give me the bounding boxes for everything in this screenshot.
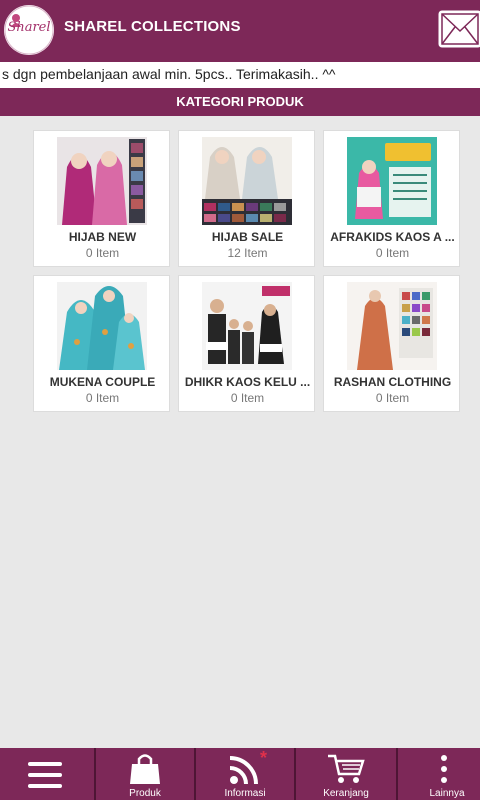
category-count: 0 Item <box>85 391 120 405</box>
category-name: AFRAKIDS KAOS A ... <box>330 230 455 244</box>
nav-produk[interactable]: Produk <box>96 748 196 800</box>
category-thumbnail <box>202 282 292 370</box>
notification-badge: * <box>260 748 268 768</box>
category-count: 12 Item <box>227 246 268 260</box>
rss-icon <box>229 756 258 785</box>
category-card[interactable]: HIJAB SALE 12 Item <box>178 130 315 267</box>
category-card[interactable]: AFRAKIDS KAOS A ... 0 Item <box>323 130 460 267</box>
category-thumbnail <box>57 282 147 370</box>
mail-icon <box>438 10 480 48</box>
nav-lainnya[interactable]: Lainnya <box>398 748 480 800</box>
category-thumbnail <box>347 282 437 370</box>
nav-keranjang-label: Keranjang <box>323 788 369 799</box>
category-count: 0 Item <box>230 391 265 405</box>
more-vertical-icon <box>441 755 447 783</box>
nav-keranjang[interactable]: Keranjang <box>296 748 398 800</box>
nav-menu[interactable] <box>0 748 96 800</box>
announcement-ticker: s dgn pembelanjaan awal min. 5pcs.. Teri… <box>0 62 480 88</box>
nav-lainnya-label: Lainnya <box>429 788 465 799</box>
category-card[interactable]: DHIKR KAOS KELU ... 0 Item <box>178 275 315 412</box>
nav-informasi-label: Informasi <box>224 788 266 799</box>
cart-icon <box>328 754 365 783</box>
mail-button[interactable] <box>438 8 480 54</box>
category-thumbnail <box>57 137 147 225</box>
logo-text: Sharel <box>7 20 51 35</box>
nav-informasi[interactable]: * Informasi <box>196 748 296 800</box>
shopping-bag-icon <box>130 754 160 784</box>
section-title: KATEGORI PRODUK <box>0 88 480 116</box>
category-card[interactable]: RASHAN CLOTHING 0 Item <box>323 275 460 412</box>
category-name: RASHAN CLOTHING <box>333 375 452 389</box>
nav-produk-label: Produk <box>129 788 161 799</box>
category-name: DHIKR KAOS KELU ... <box>184 375 311 389</box>
category-card[interactable]: HIJAB NEW 0 Item <box>33 130 170 267</box>
category-name: HIJAB SALE <box>211 230 284 244</box>
category-name: HIJAB NEW <box>68 230 137 244</box>
category-card[interactable]: MUKENA COUPLE 0 Item <box>33 275 170 412</box>
hamburger-icon <box>28 762 62 788</box>
category-count: 0 Item <box>375 391 410 405</box>
announcement-text: s dgn pembelanjaan awal min. 5pcs.. Teri… <box>2 66 336 82</box>
app-header: Sharel SHAREL COLLECTIONS <box>0 0 480 62</box>
brand-logo[interactable]: Sharel <box>4 5 54 55</box>
bottom-navigation: Produk * Informasi Keranjang Lainnya <box>0 748 480 800</box>
category-count: 0 Item <box>375 246 410 260</box>
category-name: MUKENA COUPLE <box>49 375 156 389</box>
category-count: 0 Item <box>85 246 120 260</box>
app-title: SHAREL COLLECTIONS <box>64 18 241 35</box>
category-thumbnail <box>347 137 437 225</box>
category-thumbnail <box>202 137 292 225</box>
